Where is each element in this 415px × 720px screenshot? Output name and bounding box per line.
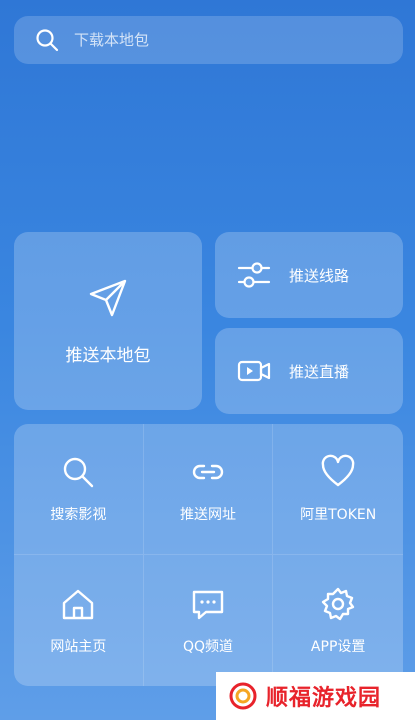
watermark: 顺福游戏园 bbox=[216, 672, 415, 720]
push-package-label: 推送本地包 bbox=[65, 345, 151, 366]
sliders-icon bbox=[237, 258, 271, 292]
push-live-card[interactable]: 推送直播 bbox=[215, 328, 403, 414]
chat-icon bbox=[190, 586, 226, 622]
watermark-text: 顺福游戏园 bbox=[266, 686, 382, 711]
grid-item-push-url[interactable]: 推送网址 bbox=[143, 424, 274, 555]
watermark-logo-icon bbox=[228, 681, 258, 711]
grid-item-label: 推送网址 bbox=[179, 507, 236, 523]
grid-item-label: QQ频道 bbox=[182, 638, 234, 655]
feature-grid: 搜索影视 推送网址 阿里TOKEN 网站主页 QQ频道 APP设置 bbox=[14, 424, 403, 686]
push-route-label: 推送线路 bbox=[289, 266, 350, 285]
video-icon bbox=[237, 354, 271, 388]
grid-item-label: APP设置 bbox=[310, 638, 366, 655]
grid-item-ali-token[interactable]: 阿里TOKEN bbox=[273, 424, 403, 555]
search-icon bbox=[60, 454, 96, 490]
search-input[interactable] bbox=[72, 30, 356, 50]
grid-item-label: 搜索影视 bbox=[50, 507, 107, 523]
link-icon bbox=[190, 454, 226, 490]
home-icon bbox=[60, 586, 96, 622]
search-icon bbox=[34, 27, 60, 53]
grid-item-website-home[interactable]: 网站主页 bbox=[14, 555, 144, 686]
send-icon bbox=[87, 277, 129, 319]
grid-item-qq-channel[interactable]: QQ频道 bbox=[144, 555, 274, 686]
grid-item-search-video[interactable]: 搜索影视 bbox=[14, 424, 144, 555]
grid-item-app-settings[interactable]: APP设置 bbox=[273, 555, 403, 686]
push-package-card[interactable]: 推送本地包 bbox=[14, 232, 202, 410]
search-bar[interactable] bbox=[14, 16, 403, 64]
push-live-label: 推送直播 bbox=[289, 362, 350, 381]
grid-item-label: 网站主页 bbox=[50, 638, 107, 655]
gear-icon bbox=[320, 586, 356, 622]
grid-item-label: 阿里TOKEN bbox=[300, 507, 377, 523]
push-route-card[interactable]: 推送线路 bbox=[215, 232, 403, 318]
heart-icon bbox=[320, 454, 356, 490]
